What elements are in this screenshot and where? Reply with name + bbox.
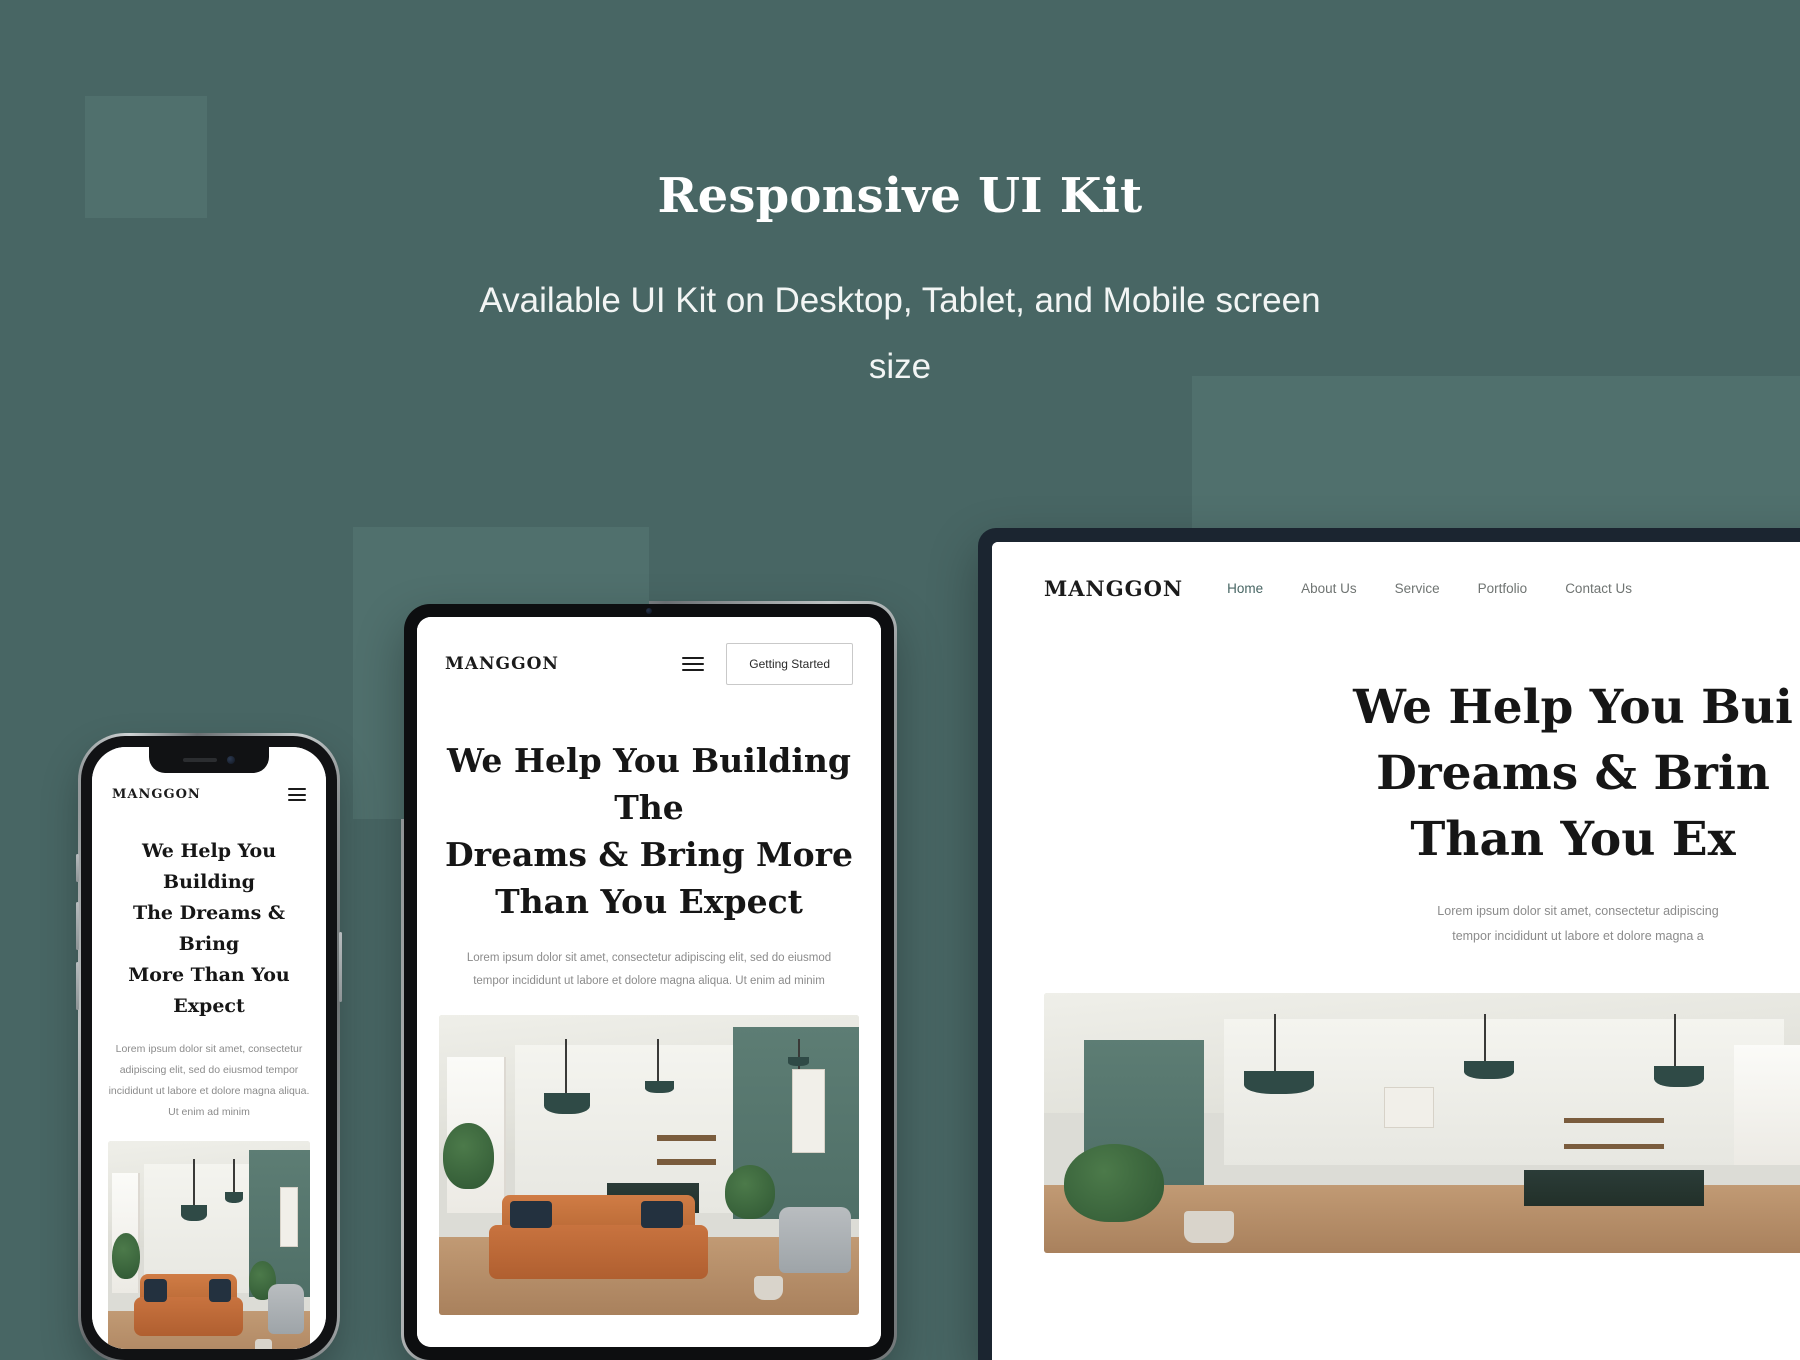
tablet-paragraph-line-1: Lorem ipsum dolor sit amet, consectetur … <box>466 952 832 964</box>
page-subtitle: Available UI Kit on Desktop, Tablet, and… <box>479 281 1321 386</box>
front-camera-icon <box>227 756 235 764</box>
desktop-site-header: MANGGON Home About Us Service Portfolio … <box>992 542 1800 601</box>
hamburger-menu-icon[interactable] <box>682 656 705 672</box>
tablet-hero-paragraph: Lorem ipsum dolor sit amet, consectetur … <box>453 947 845 993</box>
phone-mute-switch[interactable] <box>76 854 79 882</box>
mobile-hero-heading: We Help You Building The Dreams & Bring … <box>108 836 310 1022</box>
nav-item-about-us[interactable]: About Us <box>1301 581 1357 596</box>
tablet-hero-heading: We Help You Building The Dreams & Bring … <box>439 737 859 925</box>
hamburger-menu-icon[interactable] <box>288 788 306 801</box>
tablet-heading-line-1: We Help You Building The <box>447 741 851 827</box>
desktop-heading-line-1: We Help You Bui <box>1353 680 1793 735</box>
mobile-heading-line-3: More Than You Expect <box>128 964 290 1017</box>
desktop-hero-image <box>1044 993 1800 1253</box>
phone-volume-up-button[interactable] <box>76 902 79 950</box>
nav-item-home[interactable]: Home <box>1227 581 1263 596</box>
desktop-paragraph-line-2: tempor incididunt ut labore et dolore ma… <box>1452 929 1704 943</box>
hero-section: Responsive UI Kit Available UI Kit on De… <box>0 0 1800 400</box>
phone-volume-down-button[interactable] <box>76 962 79 1010</box>
desktop-website-preview: MANGGON Home About Us Service Portfolio … <box>992 542 1800 1360</box>
desktop-hero-heading: We Help You Bui Dreams & Brin Than You E… <box>992 675 1800 873</box>
mobile-hero-image <box>108 1141 310 1349</box>
nav-item-service[interactable]: Service <box>1395 581 1440 596</box>
earpiece-speaker-icon <box>183 758 217 762</box>
mobile-heading-line-2: The Dreams & Bring <box>132 902 286 955</box>
desktop-heading-line-2: Dreams & Brin <box>1376 746 1770 801</box>
phone-power-button[interactable] <box>339 932 342 1002</box>
page-title: Responsive UI Kit <box>657 168 1143 224</box>
desktop-screen: MANGGON Home About Us Service Portfolio … <box>992 542 1800 1360</box>
tablet-heading-line-2: Dreams & Bring More <box>445 835 853 874</box>
getting-started-button[interactable]: Getting Started <box>726 643 853 685</box>
mobile-paragraph-line-3: incididunt ut labore et dolore magna ali… <box>108 1085 310 1097</box>
desktop-primary-nav: Home About Us Service Portfolio Contact … <box>1227 581 1632 596</box>
mobile-hero-paragraph: Lorem ipsum dolor sit amet, consectetur … <box>106 1039 312 1123</box>
tablet-screen: MANGGON Getting Started We Help You Buil… <box>417 617 881 1347</box>
mobile-screen: MANGGON We Help You Building The Dreams … <box>92 747 326 1349</box>
mobile-paragraph-line-4: Ut enim ad minim <box>168 1106 250 1118</box>
tablet-device-mockup: MANGGON Getting Started We Help You Buil… <box>401 601 897 1360</box>
brand-logo-tablet[interactable]: MANGGON <box>445 654 559 674</box>
desktop-device-mockup: MANGGON Home About Us Service Portfolio … <box>978 528 1800 1360</box>
brand-logo-mobile[interactable]: MANGGON <box>112 787 201 802</box>
mobile-device-mockup: MANGGON We Help You Building The Dreams … <box>76 733 342 1360</box>
front-camera-icon <box>646 608 652 614</box>
tablet-site-header: MANGGON Getting Started <box>417 617 881 685</box>
mobile-paragraph-line-1: Lorem ipsum dolor sit amet, consectetur <box>115 1043 303 1055</box>
mobile-paragraph-line-2: adipiscing elit, sed do eiusmod tempor <box>119 1064 299 1076</box>
nav-item-contact-us[interactable]: Contact Us <box>1565 581 1632 596</box>
phone-notch <box>149 747 269 773</box>
mobile-website-preview: MANGGON We Help You Building The Dreams … <box>92 747 326 1349</box>
tablet-hero-image <box>439 1015 859 1315</box>
mobile-heading-line-1: We Help You Building <box>141 840 277 893</box>
tablet-header-actions: Getting Started <box>682 643 853 685</box>
brand-logo-desktop[interactable]: MANGGON <box>1044 576 1183 601</box>
tablet-website-preview: MANGGON Getting Started We Help You Buil… <box>417 617 881 1347</box>
desktop-hero-paragraph: Lorem ipsum dolor sit amet, consectetur … <box>992 899 1800 949</box>
desktop-paragraph-line-1: Lorem ipsum dolor sit amet, consectetur … <box>1437 904 1719 918</box>
tablet-heading-line-3: Than You Expect <box>495 882 803 921</box>
tablet-paragraph-line-2: tempor incididunt ut labore et dolore ma… <box>473 975 825 987</box>
desktop-heading-line-3: Than You Ex <box>1410 812 1736 867</box>
nav-item-portfolio[interactable]: Portfolio <box>1478 581 1528 596</box>
